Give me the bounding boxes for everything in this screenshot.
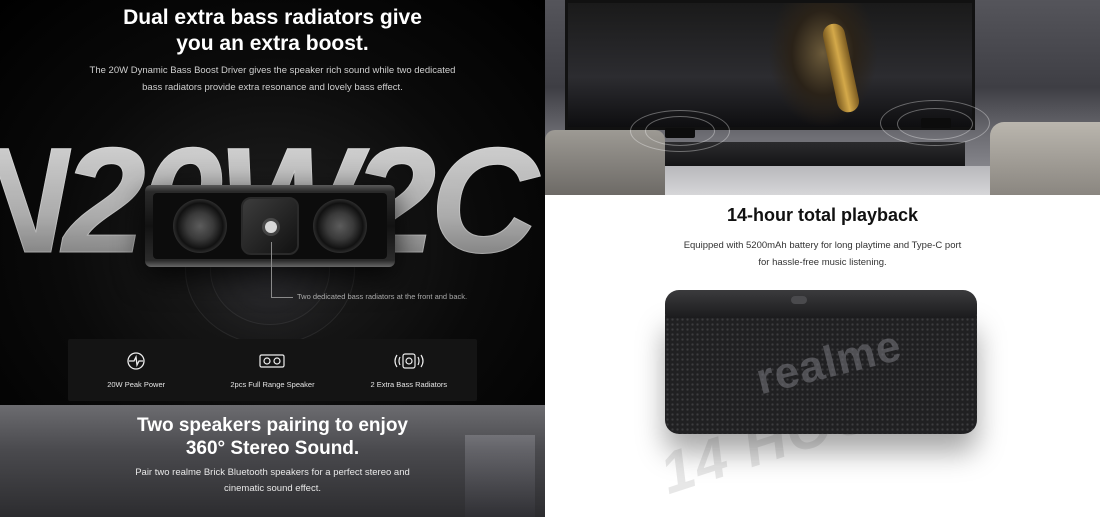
right-bass-radiator [313, 199, 367, 253]
right-speaker [921, 118, 951, 128]
feature-label: 20W Peak Power [107, 380, 166, 389]
bass-description-line1: The 20W Dynamic Bass Boost Driver gives … [89, 65, 456, 76]
right-sofa [990, 122, 1100, 195]
saxophone-player [768, 3, 878, 128]
speaker-top [665, 290, 977, 318]
left-bass-radiator [173, 199, 227, 253]
bass-headline: Dual extra bass radiators give you an ex… [0, 5, 545, 57]
bass-radiator-panel: Dual extra bass radiators give you an ex… [0, 0, 545, 517]
speaker-button [791, 296, 807, 304]
feature-full-range-speaker: 2pcs Full Range Speaker [204, 339, 340, 401]
bass-radiator-callout: Two dedicated bass radiators at the fron… [297, 292, 468, 301]
stereo-description-line2: cinematic sound effect. [224, 483, 321, 494]
bass-headline-line1: Dual extra bass radiators give [123, 6, 422, 29]
center-driver [241, 197, 299, 255]
playback-description-line1: Equipped with 5200mAh battery for long p… [683, 240, 962, 251]
living-room-scene [545, 0, 1100, 195]
bass-description-line2: bass radiators provide extra resonance a… [142, 82, 403, 93]
stereo-headline: Two speakers pairing to enjoy 360° Stere… [0, 414, 545, 460]
feature-label: 2 Extra Bass Radiators [370, 380, 448, 389]
callout-line [271, 242, 272, 298]
bass-description: The 20W Dynamic Bass Boost Driver gives … [40, 62, 505, 96]
power-gauge-icon [126, 351, 146, 371]
playback-panel: 14-hour total playback Equipped with 520… [545, 0, 1100, 517]
stereo-headline-line1: Two speakers pairing to enjoy [137, 415, 408, 436]
feature-label: 2pcs Full Range Speaker [230, 380, 315, 389]
feature-bass-radiators: 2 Extra Bass Radiators [341, 339, 477, 401]
feature-peak-power: 20W Peak Power [68, 339, 204, 401]
brick-speaker-image: realme [665, 290, 977, 435]
left-speaker [665, 128, 695, 138]
playback-headline: 14-hour total playback [726, 205, 919, 225]
playback-description-line2: for hassle-free music listening. [758, 257, 887, 268]
callout-line-horizontal [271, 297, 293, 298]
feature-bar: 20W Peak Power 2pcs Full Range Speaker 2… [68, 339, 477, 401]
playback-description: Equipped with 5200mAh battery for long p… [645, 237, 1000, 271]
speaker-front-image [145, 185, 395, 267]
stereo-headline-line2: 360° Stereo Sound. [185, 438, 360, 459]
bass-radiator-icon [392, 351, 426, 371]
dual-speaker-icon [259, 351, 286, 371]
bass-headline-line2: you an extra boost. [176, 32, 369, 55]
stereo-description-line1: Pair two realme Brick Bluetooth speakers… [135, 467, 410, 478]
stereo-description: Pair two realme Brick Bluetooth speakers… [80, 465, 465, 497]
